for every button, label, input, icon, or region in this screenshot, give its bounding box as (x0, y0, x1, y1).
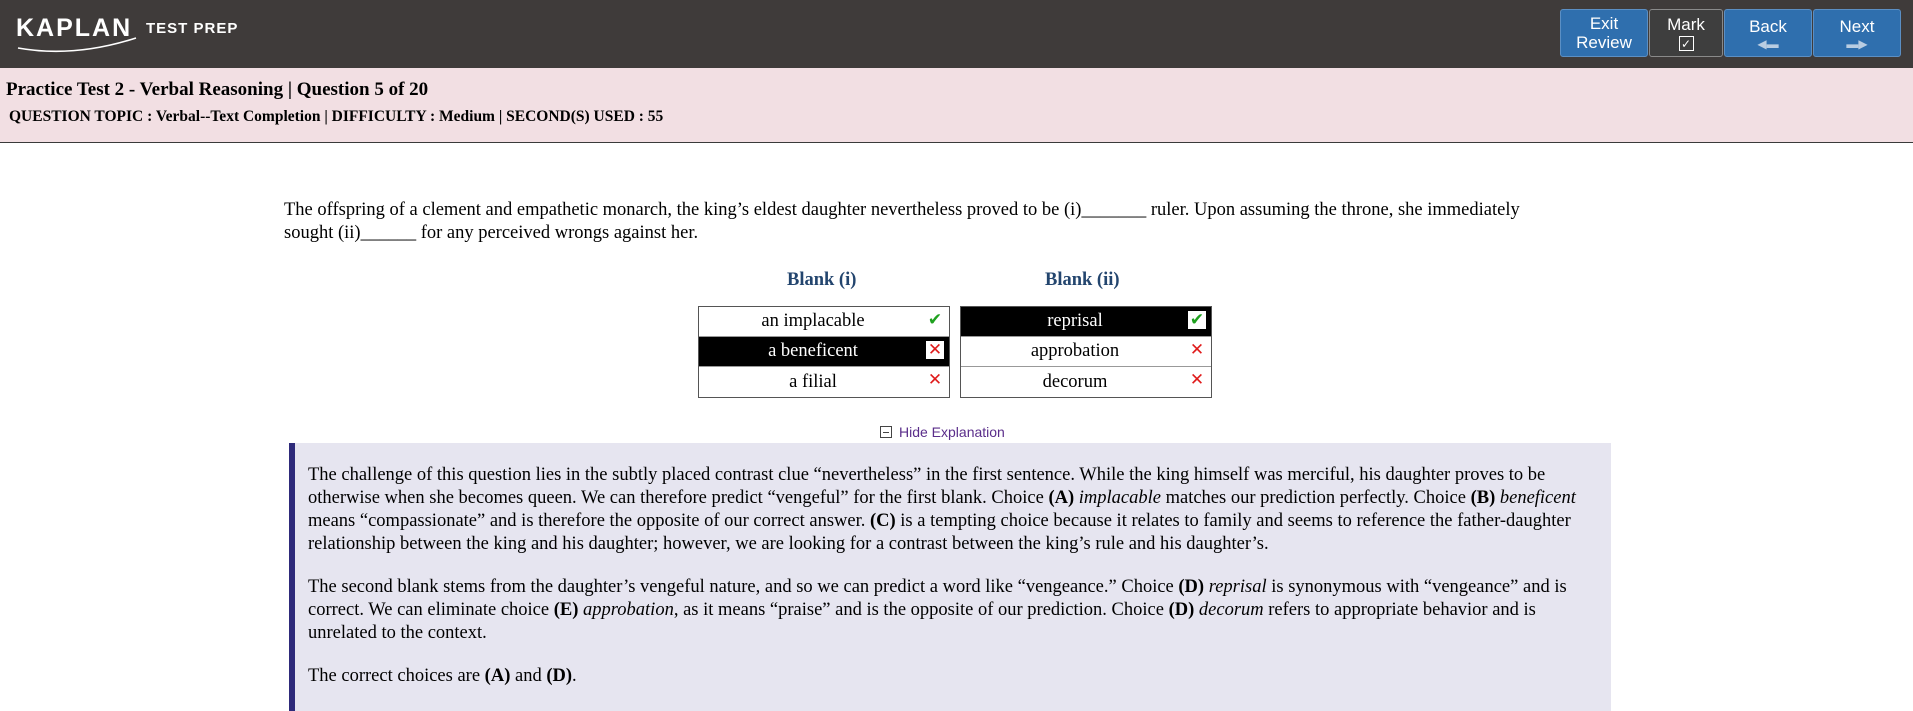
blank-1-option-beneficent[interactable]: a beneficent ✕ (699, 337, 949, 367)
blank-2-option-reprisal[interactable]: reprisal ✔ (961, 307, 1211, 337)
exit-review-label-1: Exit (1589, 14, 1619, 33)
check-icon: ✔ (927, 310, 943, 330)
option-label: a filial (789, 371, 837, 392)
option-label: an implacable (761, 311, 865, 331)
option-label: reprisal (1047, 311, 1103, 331)
explanation-paragraph-2: The second blank stems from the daughter… (308, 576, 1597, 645)
text: The second blank stems from the daughter… (308, 577, 1179, 597)
choice-ref: (E) (553, 600, 579, 620)
option-label: a beneficent (768, 341, 858, 361)
term: decorum (1198, 600, 1264, 620)
option-label: approbation (1030, 341, 1120, 361)
question-meta: QUESTION TOPIC : Verbal--Text Completion… (9, 108, 664, 125)
hide-explanation-link[interactable]: Hide Explanation (880, 424, 1005, 440)
mark-label: Mark (1667, 15, 1705, 34)
logo-subtext: TEST PREP (146, 20, 239, 37)
text: . (572, 666, 577, 686)
arrow-left-icon: ◀▬ (1757, 36, 1779, 51)
question-title: Practice Test 2 - Verbal Reasoning | Que… (6, 79, 429, 100)
question-info-band: Practice Test 2 - Verbal Reasoning | Que… (0, 68, 1913, 143)
back-button[interactable]: Back ◀▬ (1724, 9, 1812, 57)
term: approbation (583, 600, 674, 620)
text: and (510, 666, 547, 686)
cross-icon: ✕ (927, 370, 943, 390)
explanation-paragraph-3: The correct choices are (A) and (D). (308, 665, 1597, 688)
checkbox-checked-icon: ✓ (1678, 36, 1694, 51)
text: means “compassionate” and is therefore t… (308, 511, 870, 531)
arrow-right-icon: ▬▶ (1846, 36, 1868, 51)
choice-ref: (C) (869, 511, 896, 531)
cross-icon: ✕ (1189, 370, 1205, 390)
explanation-paragraph-1: The challenge of this question lies in t… (308, 464, 1597, 556)
blank-1-options: an implacable ✔ a beneficent ✕ a filial … (698, 306, 950, 398)
cross-icon: ✕ (1189, 340, 1205, 360)
choice-ref: (D) (1168, 600, 1195, 620)
back-label: Back (1749, 16, 1787, 36)
cross-icon: ✕ (926, 340, 944, 360)
term: beneficent (1499, 488, 1576, 508)
choice-ref: (D) (546, 666, 573, 686)
kaplan-logo: KAPLAN TEST PREP (14, 10, 244, 54)
option-label: decorum (1042, 371, 1108, 392)
next-label: Next (1839, 16, 1875, 36)
text: matches our prediction perfectly. Choice (1160, 488, 1471, 508)
top-bar: KAPLAN TEST PREP Exit Review Mark ✓ Back… (0, 0, 1913, 68)
term: reprisal (1208, 577, 1267, 597)
exit-review-label-2: Review (1576, 33, 1632, 52)
question-line-1: The offspring of a clement and empatheti… (284, 200, 1520, 220)
choice-ref: (A) (484, 666, 511, 686)
blank-2-option-approbation[interactable]: approbation ✕ (961, 337, 1211, 367)
check-icon: ✔ (1188, 310, 1206, 330)
choice-ref: (D) (1178, 577, 1205, 597)
exit-review-button[interactable]: Exit Review (1560, 9, 1648, 57)
text: , as it means “praise” and is the opposi… (673, 600, 1169, 620)
next-button[interactable]: Next ▬▶ (1813, 9, 1901, 57)
term: implacable (1078, 488, 1161, 508)
choice-ref: (A) (1048, 488, 1075, 508)
mark-button[interactable]: Mark ✓ (1649, 9, 1723, 57)
nav-buttons: Exit Review Mark ✓ Back ◀▬ Next ▬▶ (1560, 9, 1901, 57)
question-line-2: sought (ii)______ for any perceived wron… (284, 223, 699, 243)
text: The correct choices are (308, 666, 485, 686)
blank-2-options: reprisal ✔ approbation ✕ decorum ✕ (960, 306, 1212, 398)
choice-ref: (B) (1470, 488, 1496, 508)
blank-2-option-decorum[interactable]: decorum ✕ (961, 367, 1211, 397)
question-stem: The offspring of a clement and empatheti… (284, 199, 1634, 245)
logo-swoosh-icon (17, 37, 137, 53)
explanation-panel: The challenge of this question lies in t… (289, 443, 1611, 711)
blank-1-option-implacable[interactable]: an implacable ✔ (699, 307, 949, 337)
blank-2-heading: Blank (ii) (1045, 270, 1120, 290)
blank-1-option-filial[interactable]: a filial ✕ (699, 367, 949, 397)
hide-explanation-label: Hide Explanation (899, 424, 1005, 440)
collapse-minus-icon (880, 426, 892, 438)
blank-1-heading: Blank (i) (787, 270, 857, 290)
